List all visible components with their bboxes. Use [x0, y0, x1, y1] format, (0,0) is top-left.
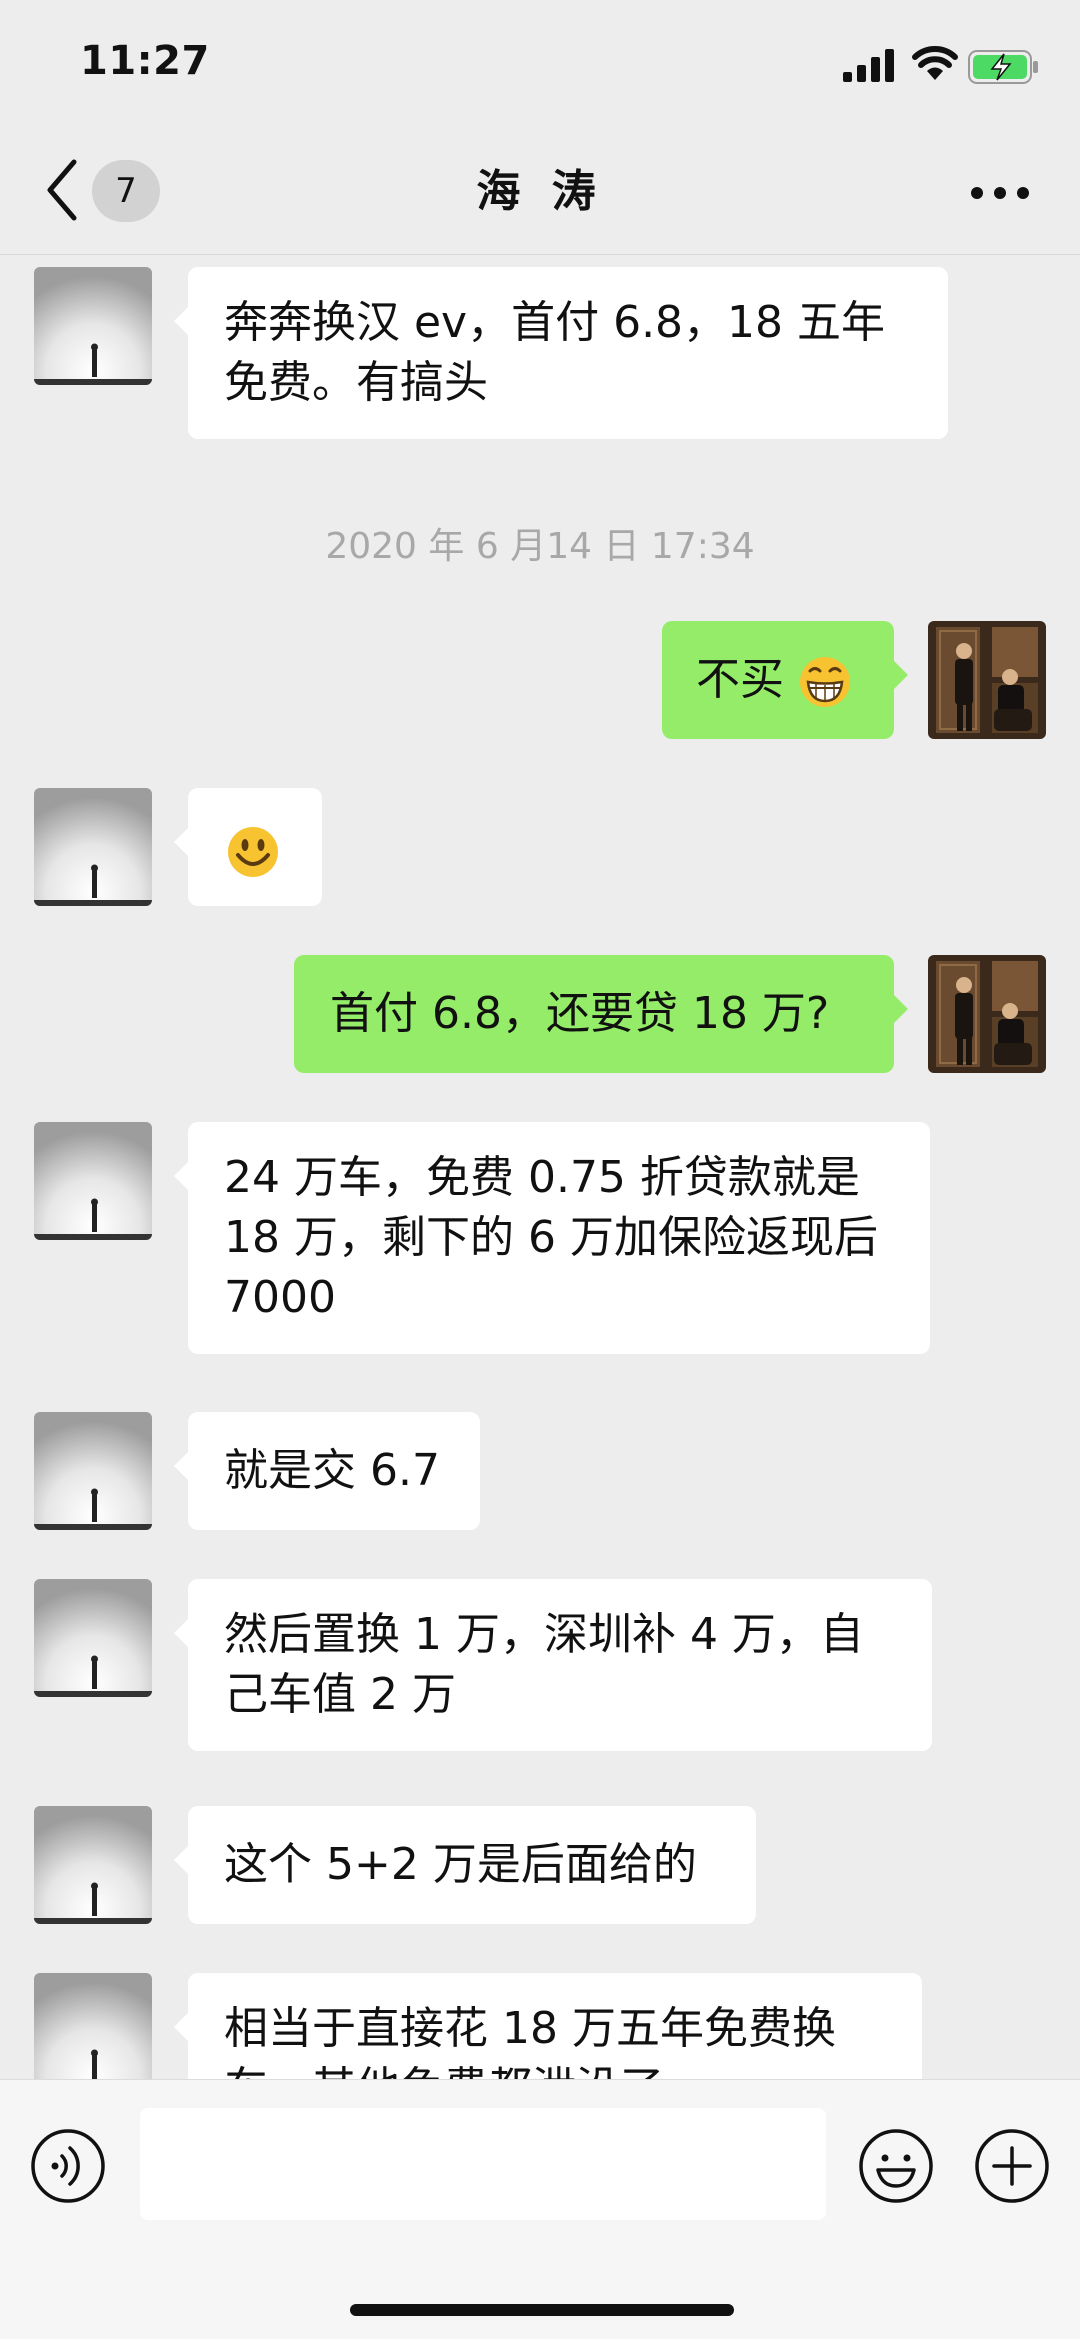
my-avatar[interactable] [928, 621, 1046, 739]
contact-avatar-image [34, 788, 152, 906]
contact-avatar[interactable] [34, 267, 152, 385]
chat-screen: 11:27 7 海 涛 奔奔换汉 ev，首付 6.8，18 五年免费。有搞头 2… [0, 0, 1080, 2339]
more-options-icon[interactable] [970, 186, 1030, 200]
contact-avatar[interactable] [34, 1579, 152, 1697]
message-text: 然后置换 1 万，深圳补 4 万，自己车值 2 万 [224, 1609, 864, 1720]
message-input[interactable] [140, 2108, 826, 2220]
message-text: 首付 6.8，还要贷 18 万? [330, 988, 830, 1039]
incoming-message-bubble[interactable]: 相当于直接花 18 万五年免费换车，其他免费都泄没了 [174, 1973, 922, 2079]
more-functions-plus-icon[interactable] [974, 2128, 1050, 2204]
wifi-icon [912, 46, 958, 80]
emoji-picker-icon[interactable] [858, 2128, 934, 2204]
message-list[interactable]: 奔奔换汉 ev，首付 6.8，18 五年免费。有搞头 2020 年 6 月14 … [0, 255, 1080, 2079]
message-text: 24 万车，免费 0.75 折贷款就是 18 万，剩下的 6 万加保险返现后 7… [224, 1152, 878, 1323]
message-text: 奔奔换汉 ev，首付 6.8，18 五年免费。有搞头 [224, 297, 886, 408]
contact-avatar-image [34, 1806, 152, 1924]
contact-avatar[interactable] [34, 1122, 152, 1240]
incoming-message-bubble[interactable]: 24 万车，免费 0.75 折贷款就是 18 万，剩下的 6 万加保险返现后 7… [174, 1122, 930, 1354]
cellular-signal-icon [843, 49, 894, 82]
incoming-message-bubble[interactable]: 奔奔换汉 ev，首付 6.8，18 五年免费。有搞头 [174, 267, 948, 439]
contact-avatar[interactable] [34, 1973, 152, 2079]
status-time: 11:27 [80, 38, 210, 84]
my-avatar[interactable] [928, 955, 1046, 1073]
contact-avatar[interactable] [34, 1806, 152, 1924]
incoming-message-bubble[interactable]: 然后置换 1 万，深圳补 4 万，自己车值 2 万 [174, 1579, 932, 1751]
my-avatar-image [928, 955, 1046, 1073]
chat-timestamp: 2020 年 6 月14 日 17:34 [325, 526, 755, 567]
message-text: 不买 [696, 654, 784, 705]
outgoing-message-bubble[interactable]: 首付 6.8，还要贷 18 万? [294, 955, 908, 1073]
home-indicator[interactable] [350, 2304, 734, 2316]
incoming-message-bubble[interactable]: 这个 5+2 万是后面给的 [174, 1806, 756, 1924]
incoming-message-bubble[interactable]: 就是交 6.7 [174, 1412, 480, 1530]
contact-avatar[interactable] [34, 1412, 152, 1530]
voice-input-icon[interactable] [30, 2128, 106, 2204]
status-bar: 11:27 [0, 0, 1080, 130]
message-text: 这个 5+2 万是后面给的 [224, 1839, 697, 1890]
contact-avatar-image [34, 1579, 152, 1697]
contact-avatar-image [34, 1122, 152, 1240]
incoming-message-bubble[interactable] [174, 788, 322, 906]
outgoing-message-bubble[interactable]: 不买 [662, 621, 908, 739]
contact-avatar-image [34, 267, 152, 385]
input-bar [0, 2079, 1080, 2339]
message-text: 相当于直接花 18 万五年免费换车，其他免费都泄没了 [224, 2003, 836, 2079]
contact-avatar[interactable] [34, 788, 152, 906]
grin-emoji-icon [800, 657, 850, 707]
contact-avatar-image [34, 1412, 152, 1530]
battery-charging-icon [968, 50, 1038, 84]
my-avatar-image [928, 621, 1046, 739]
contact-avatar-image [34, 1973, 152, 2079]
chat-header: 7 海 涛 [0, 130, 1080, 255]
smile-emoji-icon [228, 827, 278, 877]
chat-title: 海 涛 [476, 166, 604, 217]
message-text: 就是交 6.7 [224, 1445, 440, 1496]
